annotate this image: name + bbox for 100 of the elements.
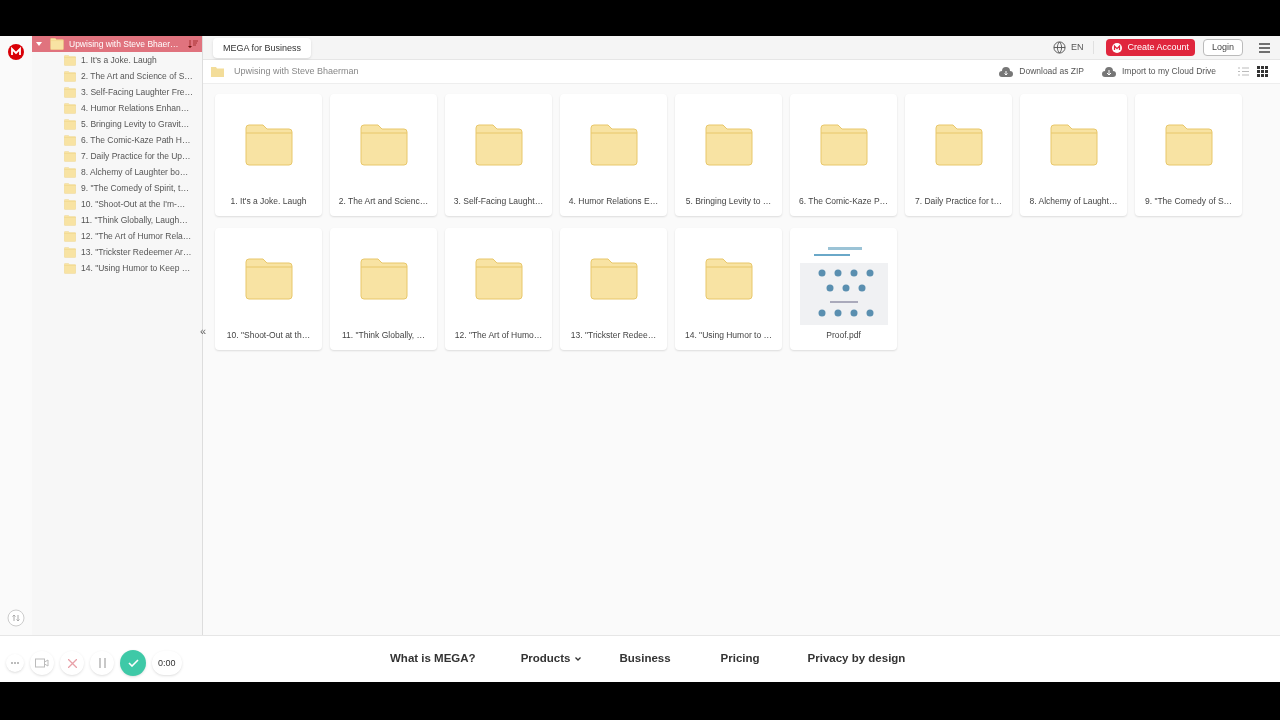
folder-card[interactable]: 5. Bringing Levity to … [675, 94, 782, 216]
login-button[interactable]: Login [1202, 39, 1243, 56]
transfer-icon[interactable] [7, 609, 25, 627]
folder-icon [64, 182, 76, 194]
file-name: 14. "Using Humor to … [684, 329, 773, 342]
folder-icon [589, 123, 638, 166]
tree-item[interactable]: 6. The Comic-Kaze Path H… [81, 133, 191, 147]
folder-card[interactable]: 13. "Trickster Redee… [560, 228, 667, 350]
file-name: 12. "The Art of Humo… [454, 329, 543, 342]
folder-icon [704, 257, 753, 300]
folder-card[interactable]: 9. "The Comedy of S… [1135, 94, 1242, 216]
folder-icon [64, 262, 76, 274]
mega-logo-icon [1112, 42, 1123, 53]
language-label: EN [1070, 40, 1084, 54]
file-name: 4. Humor Relations E… [568, 195, 659, 208]
folder-icon [934, 123, 983, 166]
folder-card[interactable]: 11. "Think Globally, … [330, 228, 437, 350]
file-name: 7. Daily Practice for t… [915, 195, 1002, 208]
folder-card[interactable]: 10. "Shoot-Out at th… [215, 228, 322, 350]
folder-card[interactable]: 1. It's a Joke. Laugh [215, 94, 322, 216]
file-name: 3. Self-Facing Laught… [453, 195, 544, 208]
file-name: 13. "Trickster Redee… [570, 329, 657, 342]
tree-item[interactable]: 7. Daily Practice for the Up… [81, 149, 191, 163]
folder-icon [64, 70, 76, 82]
caret-icon[interactable] [36, 41, 42, 47]
folder-icon [64, 166, 76, 178]
folder-icon [64, 102, 76, 114]
tree-item[interactable]: 9. "The Comedy of Spirit, t… [81, 181, 189, 195]
folder-card[interactable]: 12. "The Art of Humo… [445, 228, 552, 350]
mega-logo-icon[interactable] [8, 44, 24, 60]
file-name: 9. "The Comedy of S… [1144, 195, 1233, 208]
create-account-button[interactable]: Create Account [1106, 39, 1195, 56]
folder-card[interactable]: 6. The Comic-Kaze P… [790, 94, 897, 216]
tree-item[interactable]: 10. "Shoot-Out at the I'm-… [81, 197, 186, 211]
tree-item[interactable]: 1. It's a Joke. Laugh [81, 53, 157, 67]
folder-icon [64, 230, 76, 242]
menu-icon[interactable] [1259, 42, 1270, 53]
grid-view-icon[interactable] [1257, 66, 1268, 77]
pause-icon [98, 658, 106, 668]
file-name: 6. The Comic-Kaze P… [798, 195, 889, 208]
folder-icon [211, 66, 224, 77]
tree-item[interactable]: 11. "Think Globally, Laugh… [81, 213, 188, 227]
collapse-sidebar-button[interactable]: « [199, 326, 206, 337]
folder-icon [244, 123, 293, 166]
sort-icon[interactable] [188, 39, 198, 49]
tree-item[interactable]: 12. "The Art of Humor Rela… [81, 229, 192, 243]
nav-link[interactable]: Privacy by design [807, 650, 906, 668]
folder-icon [819, 123, 868, 166]
cloud-download-icon [999, 66, 1014, 77]
file-name: 10. "Shoot-Out at th… [226, 329, 311, 342]
language-selector[interactable]: EN [1052, 40, 1095, 55]
tree-item-label: Upwising with Steve Bhaer… [69, 37, 180, 51]
file-name: 8. Alchemy of Laught… [1029, 195, 1118, 208]
tree-item[interactable]: 14. "Using Humor to Keep … [81, 261, 191, 275]
chevron-down-icon [575, 657, 582, 661]
folder-icon [64, 86, 76, 98]
folder-card[interactable]: 3. Self-Facing Laught… [445, 94, 552, 216]
folder-icon [1049, 123, 1098, 166]
tree-item[interactable]: 4. Humor Relations Enhan… [81, 101, 190, 115]
folder-icon [50, 38, 64, 50]
folder-icon [64, 118, 76, 130]
nav-link[interactable]: Pricing [720, 650, 760, 668]
file-name: 2. The Art and Scienc… [338, 195, 429, 208]
tree-item[interactable]: 13. "Trickster Redeemer Ar… [81, 245, 192, 259]
folder-icon [1164, 123, 1213, 166]
folder-card[interactable]: 7. Daily Practice for t… [905, 94, 1012, 216]
folder-icon [64, 150, 76, 162]
import-button[interactable]: Import to my Cloud Drive [1102, 65, 1216, 78]
folder-icon [64, 246, 76, 258]
file-name: Proof.pdf [826, 329, 861, 342]
list-view-icon[interactable] [1238, 67, 1249, 76]
nav-link[interactable]: Business [619, 650, 671, 668]
file-name: 11. "Think Globally, … [342, 329, 425, 342]
folder-icon [64, 214, 76, 226]
folder-icon [704, 123, 753, 166]
close-icon [67, 658, 77, 668]
folder-card[interactable]: 8. Alchemy of Laught… [1020, 94, 1127, 216]
nav-link[interactable]: What is MEGA? [390, 650, 476, 668]
tree-item[interactable]: 3. Self-Facing Laughter Fre… [81, 85, 193, 99]
business-tab[interactable]: MEGA for Business [213, 37, 312, 58]
folder-card[interactable]: 2. The Art and Scienc… [330, 94, 437, 216]
download-zip-button[interactable]: Download as ZIP [999, 65, 1084, 78]
file-card[interactable]: Proof.pdf [790, 228, 897, 350]
file-name: 5. Bringing Levity to … [685, 195, 772, 208]
folder-card[interactable]: 4. Humor Relations E… [560, 94, 667, 216]
folder-icon [64, 54, 76, 66]
nav-link[interactable]: Products [520, 650, 582, 668]
folder-icon [474, 123, 523, 166]
tree-item[interactable]: 5. Bringing Levity to Gravit… [81, 117, 190, 131]
folder-icon [64, 134, 76, 146]
breadcrumb-folder[interactable]: Upwising with Steve Bhaerman [234, 64, 359, 79]
folder-icon [589, 257, 638, 300]
cloud-download-icon [1102, 66, 1116, 77]
folder-card[interactable]: 14. "Using Humor to … [675, 228, 782, 350]
folder-icon [244, 257, 293, 300]
folder-icon [474, 257, 523, 300]
tree-item[interactable]: 8. Alchemy of Laughter bo… [81, 165, 189, 179]
tree-item[interactable]: 2. The Art and Science of S… [81, 69, 193, 83]
folder-icon [64, 198, 76, 210]
camera-icon [35, 658, 49, 668]
